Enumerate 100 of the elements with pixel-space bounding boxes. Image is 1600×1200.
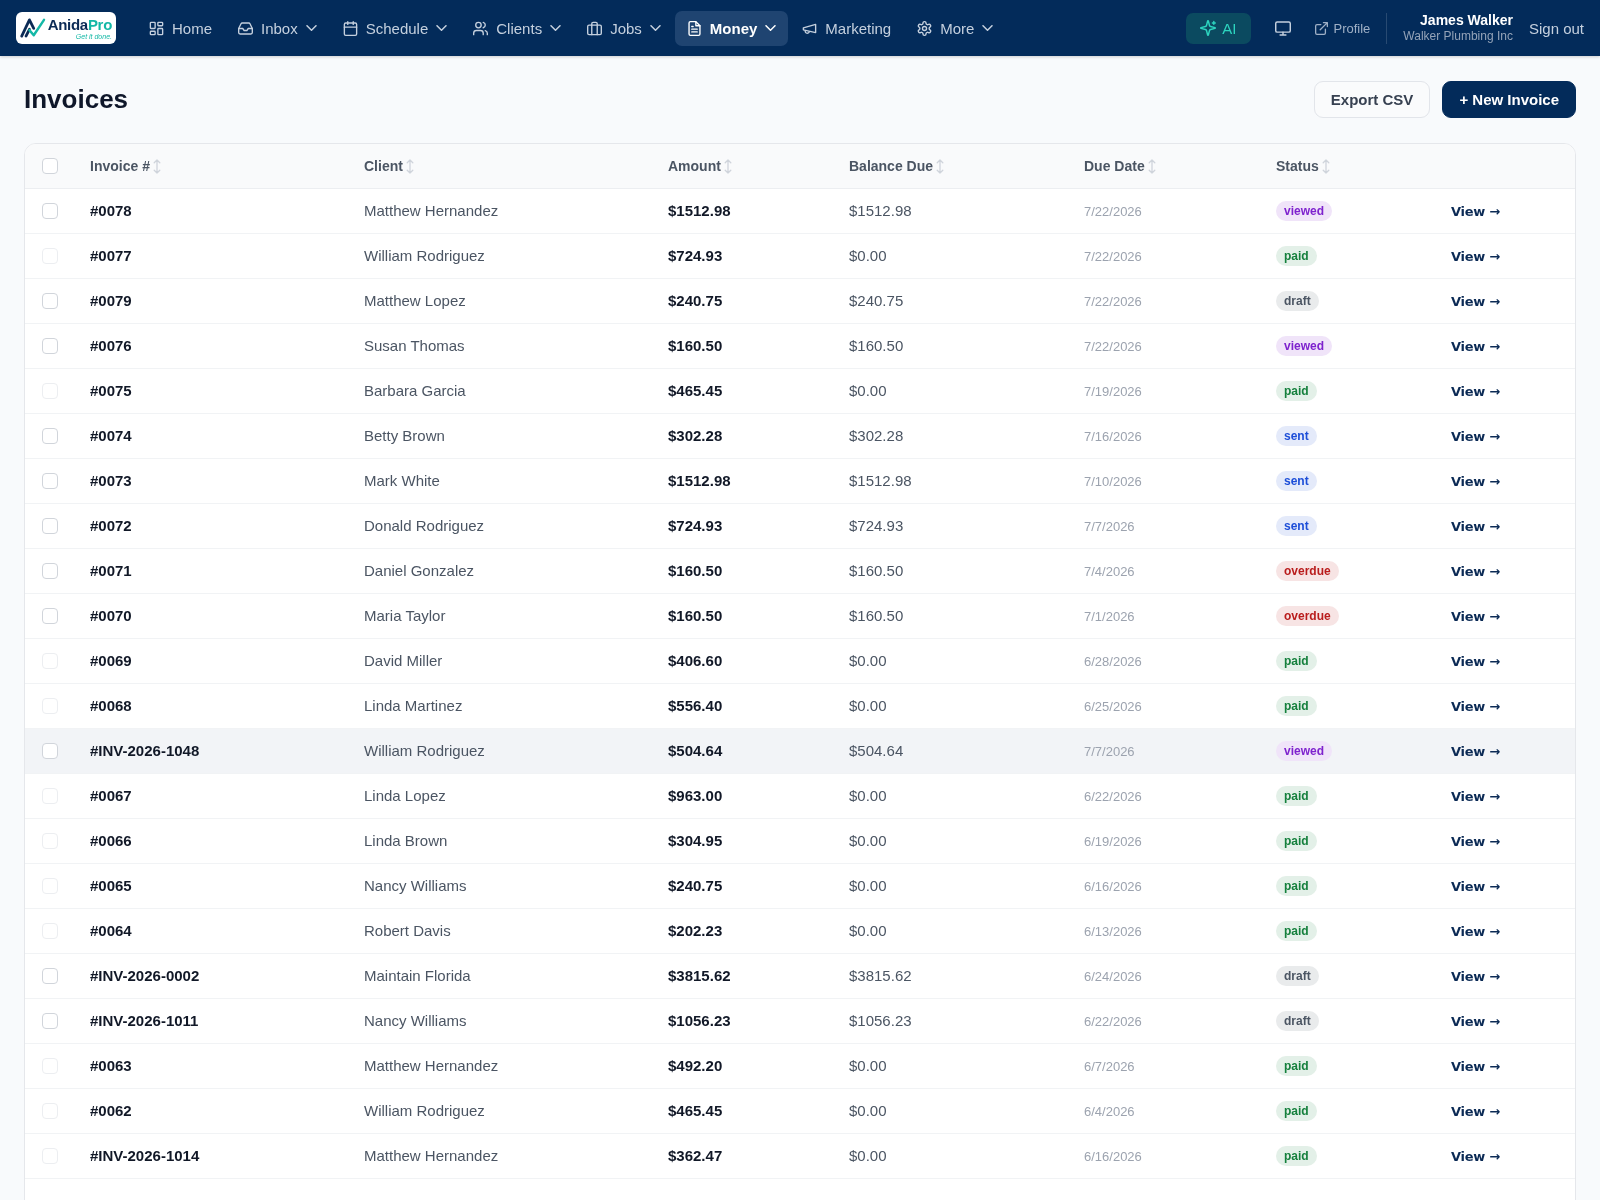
nav-item[interactable]: Inbox bbox=[226, 10, 329, 46]
status-badge: overdue bbox=[1276, 560, 1339, 582]
due-date: 7/7/2026 bbox=[1084, 744, 1135, 759]
select-all-checkbox[interactable] bbox=[42, 158, 58, 174]
balance-due: $0.00 bbox=[849, 382, 887, 399]
invoice-number: #0066 bbox=[90, 832, 132, 849]
balance-due: $0.00 bbox=[849, 1147, 887, 1164]
view-link[interactable]: View → bbox=[1451, 609, 1500, 624]
ai-button[interactable]: AI bbox=[1186, 12, 1251, 44]
due-date: 7/7/2026 bbox=[1084, 519, 1135, 534]
nav-item[interactable]: Marketing bbox=[790, 10, 904, 46]
invoice-number: #0070 bbox=[90, 607, 132, 624]
row-checkbox[interactable] bbox=[42, 518, 58, 534]
invoice-number: #0074 bbox=[90, 427, 132, 444]
invoice-number: #INV-2026-1011 bbox=[90, 1012, 199, 1029]
row-checkbox[interactable] bbox=[42, 473, 58, 489]
status-badge: paid bbox=[1276, 830, 1317, 852]
row-checkbox[interactable] bbox=[42, 968, 58, 984]
invoice-number: #0079 bbox=[90, 292, 132, 309]
column-header[interactable]: Balance Due bbox=[849, 158, 934, 174]
nav-item[interactable]: Home bbox=[137, 10, 224, 46]
view-link[interactable]: View → bbox=[1451, 564, 1500, 579]
column-header[interactable]: Client bbox=[364, 158, 403, 174]
due-date: 6/22/2026 bbox=[1084, 1014, 1142, 1029]
nav-item[interactable]: More bbox=[905, 10, 1006, 46]
due-date: 7/1/2026 bbox=[1084, 609, 1135, 624]
balance-due: $0.00 bbox=[849, 922, 887, 939]
amount: $240.75 bbox=[668, 877, 723, 894]
gear-icon bbox=[917, 20, 933, 36]
amount: $724.93 bbox=[668, 517, 723, 534]
export-button[interactable]: Export CSV bbox=[1313, 81, 1431, 118]
row-checkbox[interactable] bbox=[42, 338, 58, 354]
view-link[interactable]: View → bbox=[1451, 339, 1500, 354]
client-name: David Miller bbox=[364, 652, 443, 669]
invoice-number: #0069 bbox=[90, 652, 132, 669]
column-header[interactable]: Due Date bbox=[1084, 158, 1145, 174]
invoice-number: #INV-2026-1048 bbox=[90, 742, 200, 759]
nav-item[interactable]: Clients bbox=[461, 10, 574, 46]
amount: $1512.98 bbox=[668, 202, 731, 219]
row-checkbox[interactable] bbox=[42, 1013, 58, 1029]
invoice-number: #0068 bbox=[90, 697, 132, 714]
status-badge: paid bbox=[1276, 1100, 1317, 1122]
user-name: James Walker bbox=[1420, 12, 1513, 30]
due-date: 7/22/2026 bbox=[1084, 294, 1142, 309]
client-name: Matthew Hernandez bbox=[364, 202, 499, 219]
row-checkbox[interactable] bbox=[42, 563, 58, 579]
sign-out-button[interactable]: Sign out bbox=[1528, 19, 1584, 37]
client-name: Linda Brown bbox=[364, 832, 448, 849]
column-header[interactable]: Amount bbox=[668, 158, 721, 174]
row-checkbox[interactable] bbox=[42, 428, 58, 444]
briefcase-icon bbox=[587, 20, 603, 36]
status-badge: sent bbox=[1276, 470, 1317, 492]
due-date: 6/16/2026 bbox=[1084, 879, 1142, 894]
nav-item[interactable]: Schedule bbox=[330, 10, 460, 46]
company-name: Walker Plumbing Inc bbox=[1403, 29, 1513, 44]
view-link[interactable]: View → bbox=[1451, 204, 1500, 219]
balance-due: $240.75 bbox=[849, 292, 904, 309]
status-badge: viewed bbox=[1276, 335, 1333, 357]
due-date: 6/16/2026 bbox=[1084, 1149, 1142, 1164]
amount: $362.47 bbox=[668, 1147, 723, 1164]
row-checkbox[interactable] bbox=[42, 203, 58, 219]
new-invoice-button[interactable]: + New Invoice bbox=[1442, 81, 1576, 118]
due-date: 6/19/2026 bbox=[1084, 834, 1142, 849]
client-name: Maria Taylor bbox=[364, 607, 446, 624]
column-header[interactable]: Status bbox=[1276, 158, 1319, 174]
balance-due: $724.93 bbox=[849, 517, 904, 534]
view-link[interactable]: View → bbox=[1451, 474, 1500, 489]
monitor-icon[interactable] bbox=[1274, 20, 1291, 36]
view-link[interactable]: View → bbox=[1451, 519, 1500, 534]
status-badge: draft bbox=[1276, 290, 1319, 312]
view-link[interactable]: View → bbox=[1451, 294, 1500, 309]
profile-link[interactable]: Profile bbox=[1314, 20, 1371, 36]
due-date: 7/19/2026 bbox=[1084, 384, 1142, 399]
row-checkbox[interactable] bbox=[42, 293, 58, 309]
column-header[interactable]: Invoice # bbox=[90, 158, 150, 174]
invoice-number: #0077 bbox=[90, 247, 132, 264]
balance-due: $1512.98 bbox=[849, 472, 912, 489]
invoice-number: #0078 bbox=[90, 202, 132, 219]
sort-icon[interactable] bbox=[1147, 158, 1156, 174]
row-checkbox[interactable] bbox=[42, 743, 58, 759]
sort-icon[interactable] bbox=[1321, 158, 1330, 174]
logo-wordmark: AnidaPro bbox=[47, 16, 112, 32]
amount: $304.95 bbox=[668, 832, 723, 849]
row-checkbox[interactable] bbox=[42, 608, 58, 624]
sort-icon[interactable] bbox=[936, 158, 945, 174]
sort-icon[interactable] bbox=[405, 158, 414, 174]
due-date: 7/4/2026 bbox=[1084, 564, 1135, 579]
client-name: Susan Thomas bbox=[364, 337, 465, 354]
status-badge: paid bbox=[1276, 920, 1317, 942]
view-link[interactable]: View → bbox=[1451, 1014, 1500, 1029]
client-name: Donald Rodriguez bbox=[364, 517, 485, 534]
nav-item[interactable]: Money bbox=[674, 10, 789, 46]
nav-item[interactable]: Jobs bbox=[575, 10, 673, 46]
view-link[interactable]: View → bbox=[1451, 744, 1500, 759]
client-name: Linda Martinez bbox=[364, 697, 463, 714]
due-date: 6/7/2026 bbox=[1084, 1059, 1135, 1074]
view-link[interactable]: View → bbox=[1451, 969, 1500, 984]
sort-icon[interactable] bbox=[723, 158, 732, 174]
sort-icon[interactable] bbox=[152, 158, 161, 174]
view-link[interactable]: View → bbox=[1451, 429, 1500, 444]
